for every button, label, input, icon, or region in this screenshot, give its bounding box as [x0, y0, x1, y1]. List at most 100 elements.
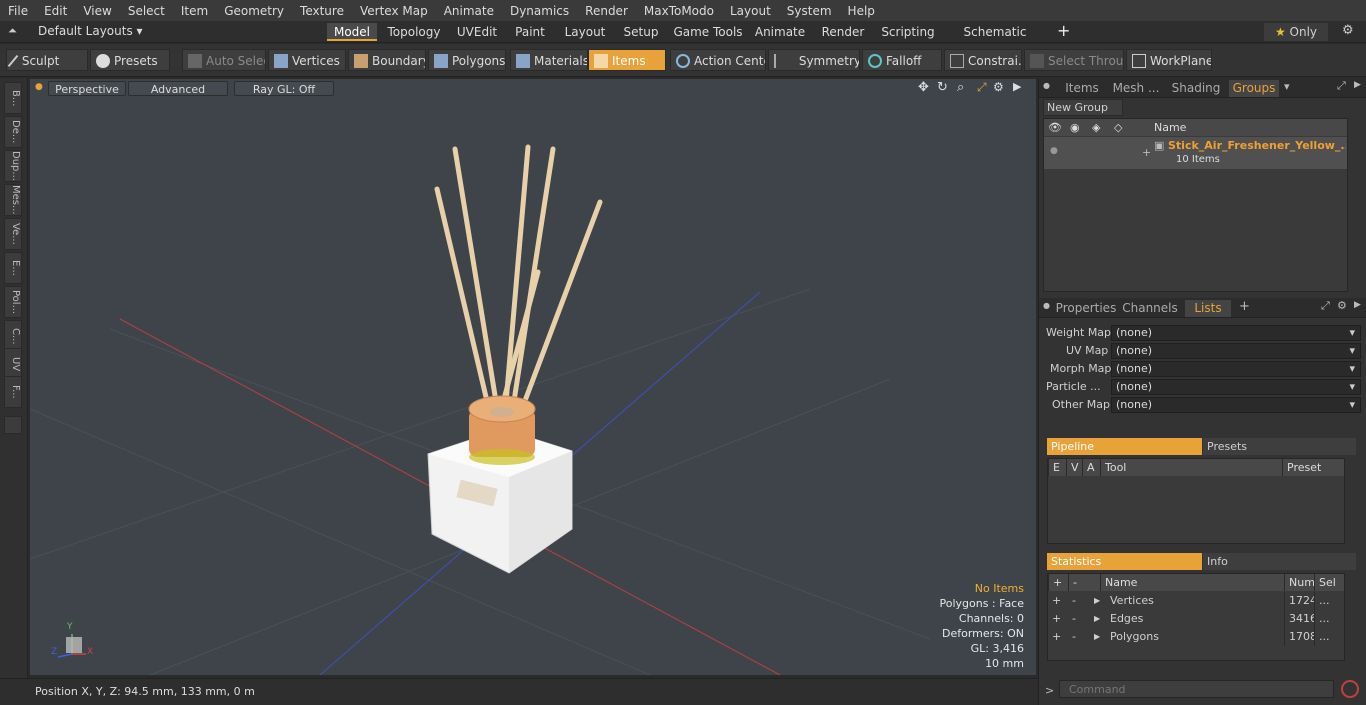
collapse-minus-icon[interactable]: - [1068, 610, 1088, 628]
tab-paint[interactable]: Paint [510, 23, 550, 41]
select-through-button[interactable]: Select Through [1024, 49, 1124, 71]
menu-item[interactable]: Item [173, 4, 216, 18]
command-input[interactable] [1059, 680, 1334, 698]
layout-selector[interactable]: Default Layouts ▾ [38, 24, 143, 38]
render-icon[interactable]: ◉ [1070, 119, 1080, 137]
left-tab-deform[interactable]: De... [4, 116, 22, 148]
panel-gear-icon[interactable]: ⚙ [1337, 299, 1347, 312]
stats-row-polygons[interactable]: + - ▶ Polygons 1708 ... [1048, 628, 1344, 646]
other-map-select[interactable]: (none) [1111, 397, 1361, 413]
materials-button[interactable]: Materials [510, 49, 588, 71]
tab-channels[interactable]: Channels [1121, 300, 1179, 317]
shading-button[interactable]: Advanced [128, 81, 228, 96]
tab-lists[interactable]: Lists [1185, 300, 1231, 317]
3d-viewport[interactable]: Y X Z No Items Polygons : Face Channels:… [30, 79, 1036, 675]
left-tab-fusion[interactable]: F... [4, 376, 22, 408]
only-toggle[interactable]: ★ Only [1264, 23, 1328, 41]
menu-file[interactable]: File [0, 4, 36, 18]
tab-setup[interactable]: Setup [618, 23, 664, 41]
tab-mesh[interactable]: Mesh ... [1109, 80, 1163, 97]
left-tab-duplicate[interactable]: Dup... [4, 150, 22, 182]
expand-plus-icon[interactable]: + [1048, 592, 1068, 610]
weight-map-select[interactable]: (none) [1111, 325, 1361, 341]
tab-layout[interactable]: Layout [560, 23, 610, 41]
row-expand-arrow-icon[interactable]: ▶ [1090, 592, 1102, 610]
viewport-settings-icon[interactable]: ⚙ [993, 80, 1004, 94]
record-icon[interactable] [1341, 680, 1359, 698]
left-tab-vertex[interactable]: Ve... [4, 218, 22, 250]
panel-expand-icon-2[interactable]: ⤢ [1321, 299, 1330, 313]
symmetry-button[interactable]: Symmetry [768, 49, 860, 71]
visibility-dot-icon[interactable]: ● [1050, 146, 1058, 156]
stats-row-vertices[interactable]: + - ▶ Vertices 1724 ... [1048, 592, 1344, 610]
expand-group-icon[interactable]: + [1142, 146, 1151, 159]
group-name[interactable]: Stick_Air_Freshener_Yellow_... [1168, 139, 1346, 152]
pipeline-presets-tab[interactable]: Presets [1203, 438, 1356, 455]
menu-edit[interactable]: Edit [36, 4, 75, 18]
tab-items[interactable]: Items [1059, 80, 1105, 97]
polygons-button[interactable]: Polygons [428, 49, 506, 71]
collapse-minus-icon[interactable]: - [1068, 628, 1088, 646]
menu-geometry[interactable]: Geometry [216, 4, 292, 18]
gear-icon[interactable]: ⚙ [1342, 23, 1354, 38]
tab-schematic-fusion[interactable]: Schematic Fusion [946, 23, 1044, 57]
tabs-dropdown-icon[interactable]: ▾ [1284, 80, 1290, 93]
tab-uvedit[interactable]: UVEdit [452, 23, 502, 41]
menu-animate[interactable]: Animate [436, 4, 502, 18]
zoom-view-icon[interactable]: ⌕ [957, 80, 964, 95]
morph-map-select[interactable]: (none) [1111, 361, 1361, 377]
panel-menu-dot-icon-2[interactable]: ● [1043, 301, 1050, 310]
workplane-button[interactable]: WorkPlane [1126, 49, 1212, 71]
expand-plus-icon[interactable]: + [1048, 610, 1068, 628]
panel-expand-icon[interactable]: ⤢ [1337, 79, 1346, 93]
tab-properties[interactable]: Properties [1055, 300, 1117, 317]
action-center-button[interactable]: Action Center [670, 49, 766, 71]
particle-select[interactable]: (none) [1111, 379, 1361, 395]
falloff-button[interactable]: Falloff [862, 49, 942, 71]
statistics-tab[interactable]: Statistics [1047, 553, 1202, 570]
menu-help[interactable]: Help [840, 4, 883, 18]
tab-shading[interactable]: Shading [1167, 80, 1225, 97]
left-tab-edge[interactable]: E... [4, 252, 22, 284]
presets-button[interactable]: Presets [90, 49, 170, 71]
items-button[interactable]: Items 5 [588, 49, 666, 71]
uv-map-select[interactable]: (none) [1111, 343, 1361, 359]
left-tab-polygon[interactable]: Pol... [4, 286, 22, 318]
expand-plus-icon[interactable]: + [1048, 628, 1068, 646]
tab-animate[interactable]: Animate [752, 23, 808, 41]
menu-dynamics[interactable]: Dynamics [502, 4, 577, 18]
row-expand-arrow-icon[interactable]: ▶ [1090, 610, 1102, 628]
select-icon[interactable]: ◇ [1114, 119, 1122, 137]
maximize-view-icon[interactable]: ⤢ [977, 80, 987, 95]
menu-render[interactable]: Render [577, 4, 636, 18]
add-tab-icon[interactable]: + [1057, 21, 1070, 40]
menu-layout[interactable]: Layout [722, 4, 779, 18]
collapse-minus-icon[interactable]: - [1068, 592, 1088, 610]
pipeline-tab[interactable]: Pipeline [1047, 438, 1202, 455]
view-mode-button[interactable]: Perspective [48, 81, 126, 96]
tab-model[interactable]: Model [327, 23, 377, 41]
menu-texture[interactable]: Texture [292, 4, 352, 18]
menu-system[interactable]: System [779, 4, 840, 18]
collapse-icon[interactable]: ⏶ [8, 24, 17, 38]
tab-scripting[interactable]: Scripting [878, 23, 938, 41]
constraints-button[interactable]: Constrai... [944, 49, 1022, 71]
group-row[interactable]: ● + ▣ Stick_Air_Freshener_Yellow_... 10 … [1044, 137, 1347, 169]
viewport-menu-dot-icon[interactable]: ● [35, 82, 43, 92]
tab-topology[interactable]: Topology [384, 23, 444, 41]
menu-vertex-map[interactable]: Vertex Map [352, 4, 436, 18]
left-strip-toggle[interactable] [4, 416, 22, 434]
add-tab-icon-2[interactable]: + [1239, 299, 1250, 314]
panel-arrow-icon[interactable]: ▶ [1354, 80, 1361, 90]
vertices-button[interactable]: Vertices 1 [268, 49, 346, 71]
raygl-button[interactable]: Ray GL: Off [234, 81, 334, 96]
panel-menu-dot-icon[interactable]: ● [1043, 81, 1050, 90]
lock-icon[interactable]: ◈ [1092, 119, 1100, 137]
tab-groups[interactable]: Groups [1229, 80, 1279, 97]
menu-select[interactable]: Select [120, 4, 173, 18]
stats-row-edges[interactable]: + - ▶ Edges 3416 ... [1048, 610, 1344, 628]
menu-maxtomodo[interactable]: MaxToModo [636, 4, 722, 18]
boundary-button[interactable]: Boundary [348, 49, 426, 71]
sculpt-button[interactable]: Sculpt [6, 49, 88, 71]
tab-game-tools[interactable]: Game Tools [672, 23, 744, 41]
